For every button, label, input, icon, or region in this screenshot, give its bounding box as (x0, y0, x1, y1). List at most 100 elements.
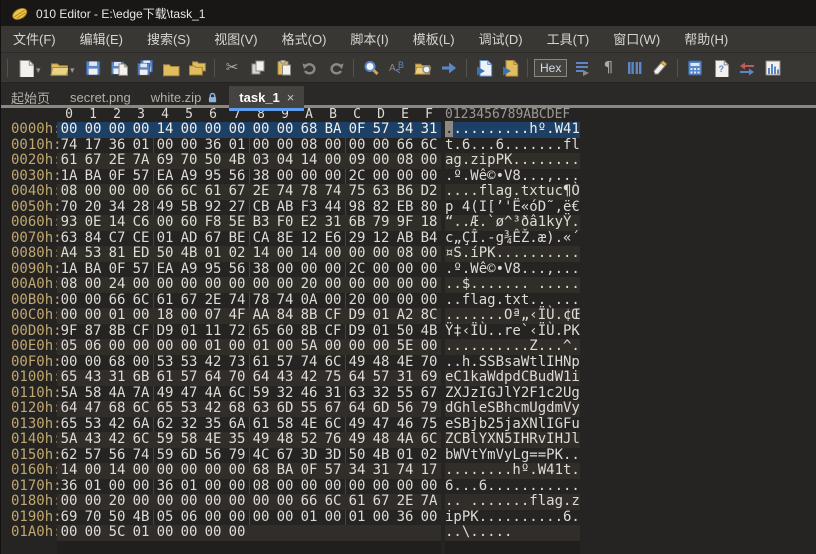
hex-byte[interactable]: 00 (369, 276, 393, 293)
hex-byte[interactable]: 00 (153, 462, 177, 479)
hex-byte[interactable]: 63 (345, 385, 369, 402)
hex-byte[interactable]: 20 (105, 493, 129, 510)
undo-icon[interactable] (298, 56, 322, 80)
hex-byte[interactable]: 4B (129, 509, 153, 526)
hex-byte[interactable]: 66 (153, 183, 177, 200)
hex-byte[interactable]: 95 (201, 168, 225, 185)
hex-byte[interactable]: 00 (57, 354, 81, 371)
hex-byte[interactable]: CF (321, 307, 345, 324)
hex-byte[interactable]: 00 (201, 121, 225, 138)
hex-byte[interactable]: 00 (177, 493, 201, 510)
hex-byte[interactable]: 74 (225, 292, 249, 309)
hex-byte[interactable]: 00 (81, 462, 105, 479)
hex-byte[interactable]: 66 (297, 493, 321, 510)
hex-byte[interactable]: 08 (249, 478, 273, 495)
hex-byte[interactable]: 6D (369, 400, 393, 417)
hex-byte[interactable]: 53 (153, 354, 177, 371)
hex-byte[interactable]: 61 (249, 416, 273, 433)
hex-byte[interactable]: 46 (393, 416, 417, 433)
hex-bytes[interactable]: 64 47 68 6C 65 53 42 68 63 6D 55 67 64 6D 56 79 (57, 400, 441, 417)
hex-byte[interactable]: 14 (105, 462, 129, 479)
hex-row[interactable]: 00D0h: 9F 87 8B CF D9 01 11 72 65 60 8B CF D9 01 50 4B Ÿ‡… (1, 323, 816, 340)
hex-byte[interactable]: 58 (273, 416, 297, 433)
hex-byte[interactable]: 38 (249, 168, 273, 185)
hex-byte[interactable]: 00 (177, 462, 201, 479)
hex-byte[interactable]: 00 (417, 152, 441, 169)
hex-byte[interactable]: 59 (249, 385, 273, 402)
hex-byte[interactable]: 74 (273, 292, 297, 309)
hex-byte[interactable]: 00 (177, 338, 201, 355)
hex-byte[interactable]: 63 (249, 400, 273, 417)
hex-byte[interactable]: 01 (297, 509, 321, 526)
hex-byte[interactable]: 00 (105, 338, 129, 355)
hex-byte[interactable]: 4B (177, 245, 201, 262)
hex-byte[interactable]: 36 (105, 137, 129, 154)
menu-item[interactable]: 视图(V) (202, 27, 269, 52)
hex-byte[interactable]: 00 (369, 509, 393, 526)
hex-byte[interactable]: 00 (249, 137, 273, 154)
hex-byte[interactable]: 34 (345, 462, 369, 479)
hex-byte[interactable]: 00 (201, 493, 225, 510)
hex-byte[interactable]: 00 (201, 509, 225, 526)
hex-byte[interactable]: 0F (345, 121, 369, 138)
hex-byte[interactable]: 00 (321, 292, 345, 309)
hex-row[interactable]: 0010h: 74 17 36 01 00 00 36 01 00 00 08 00 00 00 66 6C t.… (1, 137, 816, 154)
hex-byte[interactable]: D9 (345, 323, 369, 340)
hex-byte[interactable]: 3D (321, 447, 345, 464)
hex-byte[interactable]: F8 (201, 214, 225, 231)
hex-byte[interactable]: 2E (105, 152, 129, 169)
edit-as-icon[interactable] (570, 56, 594, 80)
hex-byte[interactable]: 00 (225, 121, 249, 138)
hex-byte[interactable]: 00 (129, 478, 153, 495)
hex-byte[interactable]: 00 (249, 509, 273, 526)
hex-byte[interactable]: 00 (417, 509, 441, 526)
hex-byte[interactable]: 61 (153, 369, 177, 386)
ascii-text[interactable]: ..........Z...^. (445, 338, 580, 355)
hex-bytes[interactable]: 5A 58 4A 7A 49 47 4A 6C 59 32 46 31 63 32 55 67 (57, 385, 441, 402)
hex-bytes[interactable]: 00 00 66 6C 61 67 2E 74 78 74 0A 00 20 00 00 00 (57, 292, 441, 309)
hex-byte[interactable]: 4E (297, 416, 321, 433)
hex-byte[interactable]: EA (153, 261, 177, 278)
hex-byte[interactable]: 48 (273, 431, 297, 448)
hex-byte[interactable]: 65 (57, 416, 81, 433)
hex-byte[interactable]: 53 (81, 416, 105, 433)
hex-byte[interactable]: 00 (105, 478, 129, 495)
menu-item[interactable]: 工具(T) (535, 27, 602, 52)
hex-byte[interactable]: 5B (177, 199, 201, 216)
hex-byte[interactable]: 67 (417, 385, 441, 402)
hex-byte[interactable]: 65 (249, 323, 273, 340)
hex-byte[interactable]: 00 (225, 509, 249, 526)
hex-byte[interactable]: 32 (369, 385, 393, 402)
hex-bytes[interactable]: 1A BA 0F 57 EA A9 95 56 38 00 00 00 2C 00 00 00 (57, 261, 441, 278)
hex-byte[interactable]: 9F (393, 214, 417, 231)
hex-row[interactable]: 0180h: 00 00 20 00 00 00 00 00 00 00 66 6C 61 67 2E 7A..… (1, 493, 816, 510)
hex-byte[interactable]: 14 (57, 462, 81, 479)
hex-byte[interactable]: 38 (249, 261, 273, 278)
hex-byte[interactable]: 61 (345, 493, 369, 510)
hex-byte[interactable]: 29 (345, 230, 369, 247)
hex-byte[interactable]: 00 (57, 292, 81, 309)
hex-byte[interactable]: 47 (177, 385, 201, 402)
hex-byte[interactable]: CF (129, 323, 153, 340)
hex-byte[interactable]: 18 (153, 307, 177, 324)
hex-byte[interactable]: 0A (297, 292, 321, 309)
hex-row[interactable]: 00A0h: 08 00 24 00 00 00 00 00 00 00 20 00 00 00 00 00..… (1, 276, 816, 293)
hex-byte[interactable]: 65 (153, 400, 177, 417)
hex-byte[interactable]: 6C (177, 183, 201, 200)
hex-byte[interactable]: 6C (321, 354, 345, 371)
hex-byte[interactable]: 00 (273, 137, 297, 154)
hex-byte[interactable]: 68 (249, 462, 273, 479)
hex-byte[interactable]: ED (129, 245, 153, 262)
hex-byte[interactable]: 59 (153, 431, 177, 448)
copy-icon[interactable] (246, 56, 270, 80)
hex-byte[interactable]: 1A (57, 261, 81, 278)
hex-byte[interactable]: 00 (321, 261, 345, 278)
hex-byte[interactable]: 12 (369, 230, 393, 247)
hex-bytes[interactable]: 00 00 01 00 18 00 07 4F AA 84 8B CF D9 01 A2 8C (57, 307, 441, 324)
hex-byte[interactable]: EB (393, 199, 417, 216)
hex-bytes[interactable]: 62 57 56 74 59 6D 56 79 4C 67 3D 3D 50 4B 01 02 (57, 447, 441, 464)
hex-byte[interactable]: CB (249, 199, 273, 216)
hex-byte[interactable]: 00 (105, 183, 129, 200)
hex-byte[interactable]: 00 (345, 338, 369, 355)
hex-byte[interactable]: 2E (393, 493, 417, 510)
